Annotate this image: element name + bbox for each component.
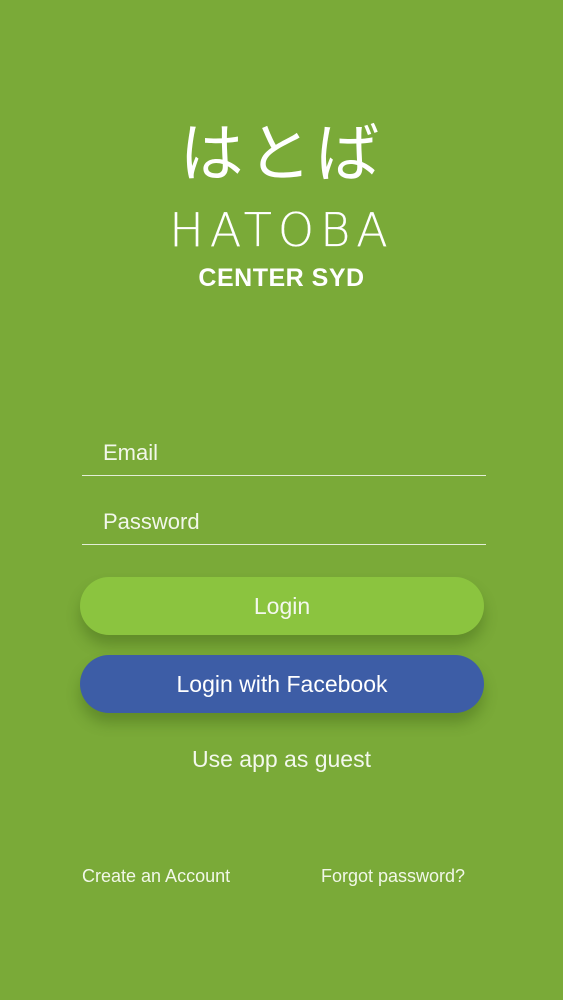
facebook-login-button[interactable]: Login with Facebook [80,655,484,713]
password-field-container [82,500,486,545]
create-account-link[interactable]: Create an Account [82,864,230,888]
forgot-password-link[interactable]: Forgot password? [321,864,465,888]
logo-name: HATOBA [169,203,394,257]
login-screen: はとば HATOBA CENTER SYD Login Login with F… [0,0,563,1000]
password-field[interactable] [82,500,486,544]
email-field-container [82,431,486,476]
guest-link[interactable]: Use app as guest [0,744,563,774]
login-button[interactable]: Login [80,577,484,635]
email-field[interactable] [82,431,486,475]
logo-subtitle: CENTER SYD [198,264,365,292]
logo-japanese: はとば [179,118,384,192]
